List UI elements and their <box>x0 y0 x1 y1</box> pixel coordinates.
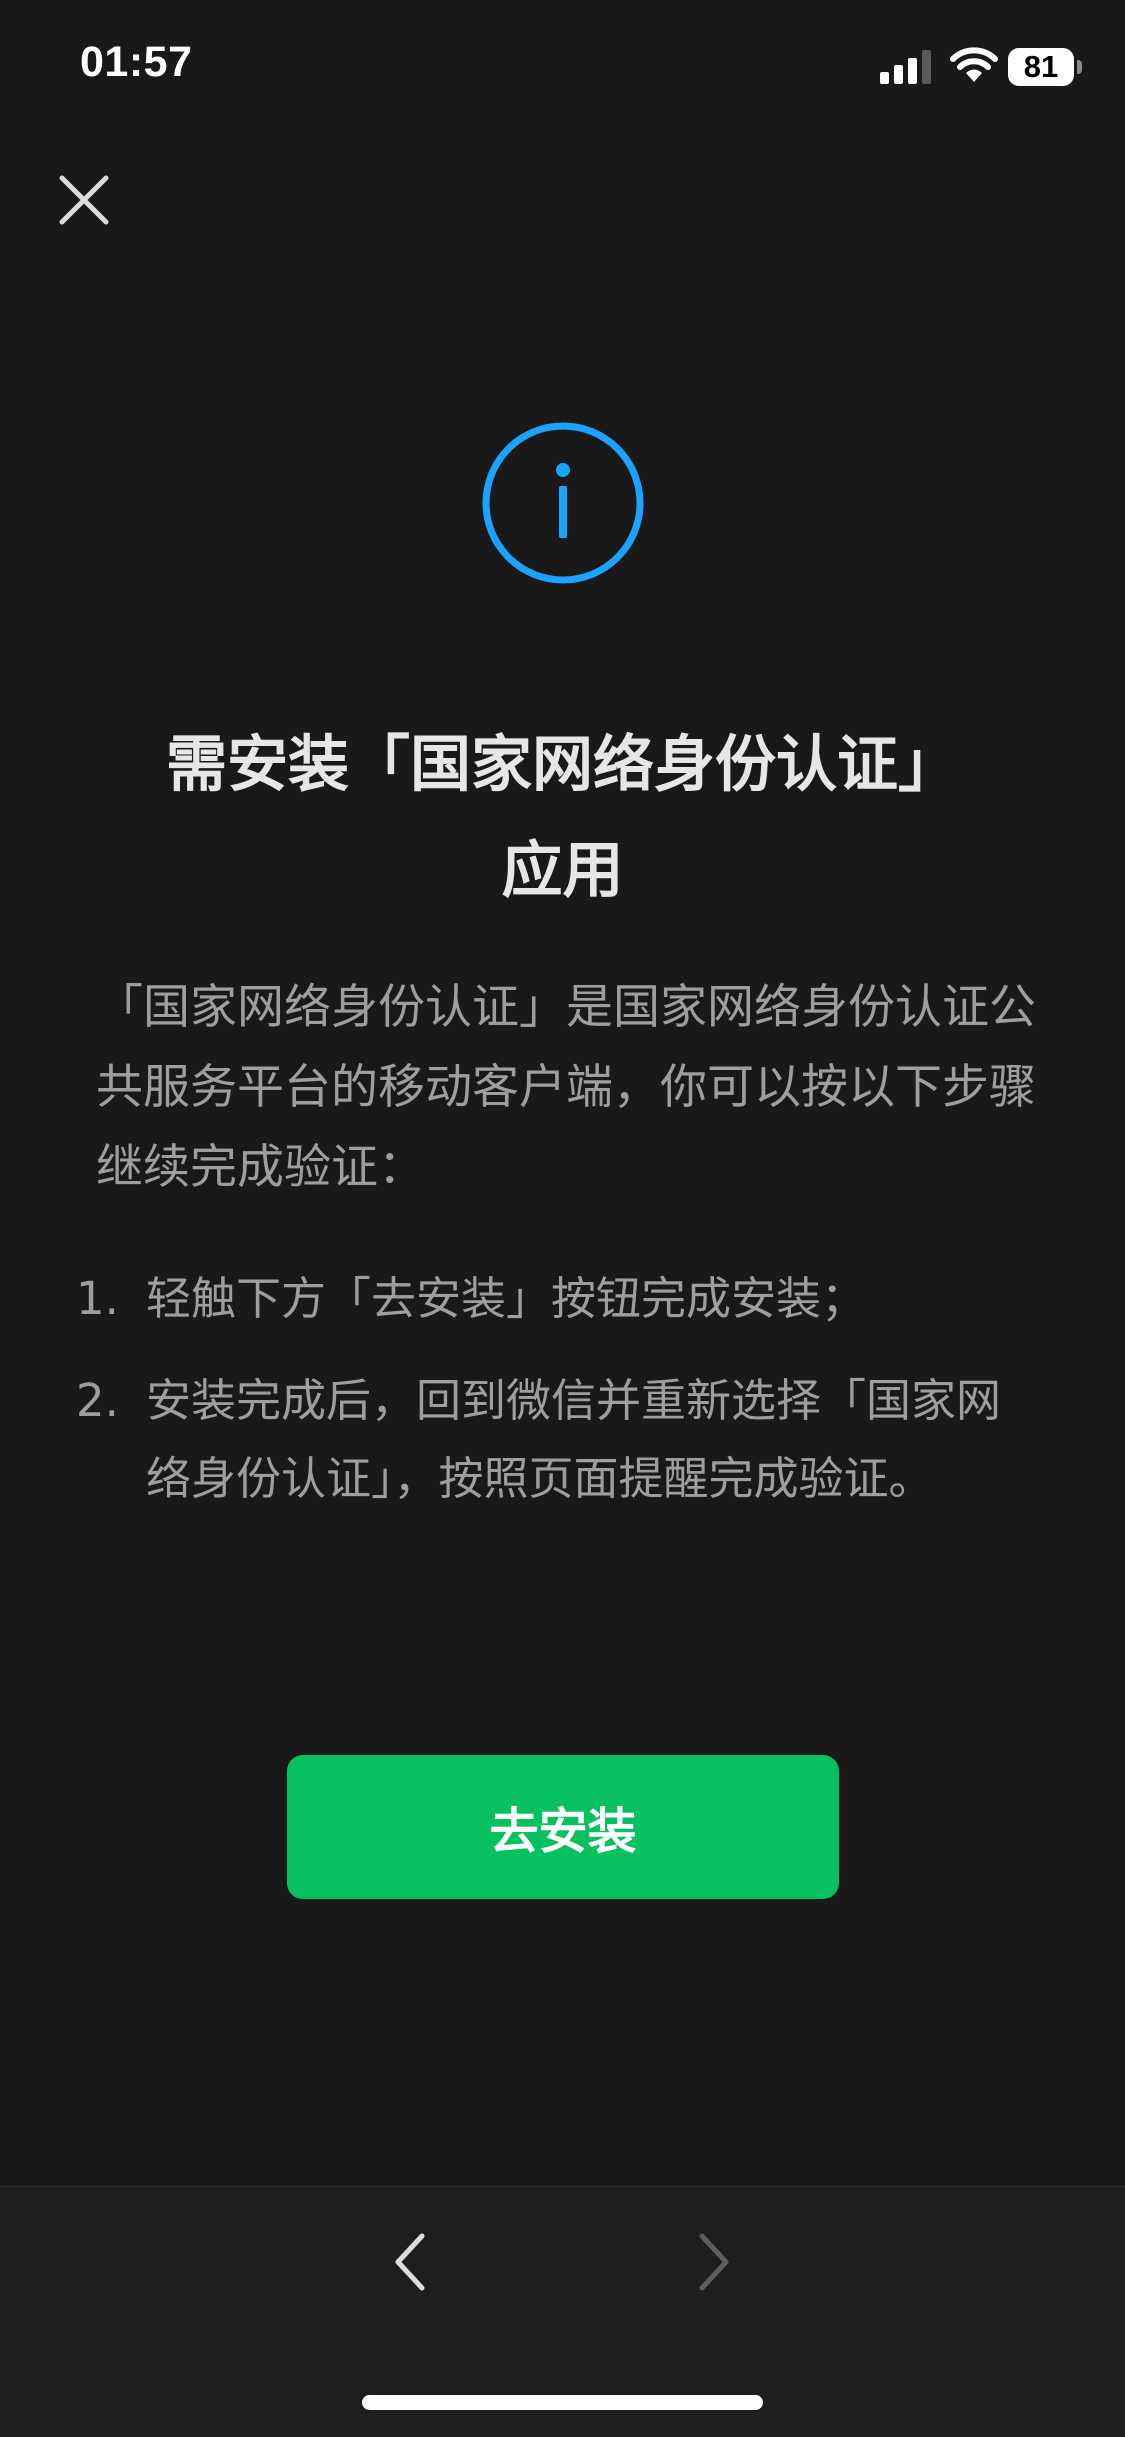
step-item: 2. 安装完成后，回到微信并重新选择「国家网络身份认证」，按照页面提醒完成验证。 <box>76 1362 1036 1518</box>
battery-indicator: 81 <box>1008 48 1074 86</box>
chevron-left-icon <box>395 2233 425 2291</box>
step-text: 安装完成后，回到微信并重新选择「国家网络身份认证」，按照页面提醒完成验证。 <box>146 1374 1002 1505</box>
battery-cap <box>1077 60 1082 74</box>
step-text: 轻触下方「去安装」按钮完成安装； <box>146 1272 867 1325</box>
battery-level: 81 <box>1023 49 1059 84</box>
step-item: 1. 轻触下方「去安装」按钮完成安装； <box>76 1260 1036 1338</box>
close-button[interactable] <box>52 168 116 232</box>
forward-button[interactable] <box>688 2228 738 2296</box>
install-button[interactable]: 去安装 <box>287 1755 839 1899</box>
wifi-icon <box>950 47 998 82</box>
status-time: 01:57 <box>80 38 193 86</box>
cellular-signal-icon <box>880 50 931 84</box>
page-title: 需安装「国家网络身份认证」 应用 <box>80 712 1045 924</box>
step-number: 2. <box>76 1374 119 1427</box>
back-button[interactable] <box>386 2228 436 2296</box>
page-title-line-1: 需安装「国家网络身份认证」 <box>165 729 959 800</box>
info-icon <box>482 422 644 584</box>
close-icon <box>59 175 109 225</box>
home-indicator[interactable] <box>362 2395 763 2410</box>
steps-list: 1. 轻触下方「去安装」按钮完成安装； 2. 安装完成后，回到微信并重新选择「国… <box>76 1260 1036 1542</box>
chevron-right-icon <box>699 2233 729 2291</box>
description-text: 「国家网络身份认证」是国家网络身份认证公共服务平台的移动客户端，你可以按以下步骤… <box>96 980 1036 1195</box>
step-number: 1. <box>76 1272 119 1325</box>
page-title-line-2: 应用 <box>501 835 624 906</box>
status-bar: 01:57 81 <box>0 0 1125 140</box>
